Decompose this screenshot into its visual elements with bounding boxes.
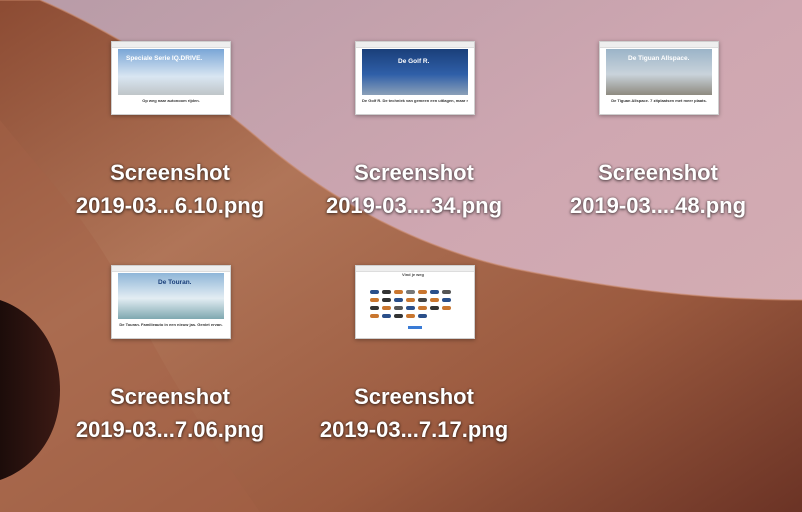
file-name: Screenshot 2019-03...7.06.png [75, 384, 265, 442]
thumbnail-image: De Golf R. De Golf R. De techniek van ge… [355, 41, 475, 115]
car-grid [370, 286, 460, 326]
file-name: Screenshot 2019-03...7.17.png [319, 384, 509, 442]
file-name: Screenshot 2019-03....48.png [569, 160, 747, 218]
thumbnail-image: Vind je weg [355, 265, 475, 339]
file-name: Screenshot 2019-03...6.10.png [75, 160, 265, 218]
thumbnail-image: De Touran. De Touran. Familieauto in een… [111, 265, 231, 339]
file-name: Screenshot 2019-03....34.png [325, 160, 503, 218]
thumbnail-image: De Tiguan Allspace. De Tiguan Allspace. … [599, 41, 719, 115]
thumbnail-image: Speciale Serie IQ.DRIVE. Op weg naar aut… [111, 41, 231, 115]
